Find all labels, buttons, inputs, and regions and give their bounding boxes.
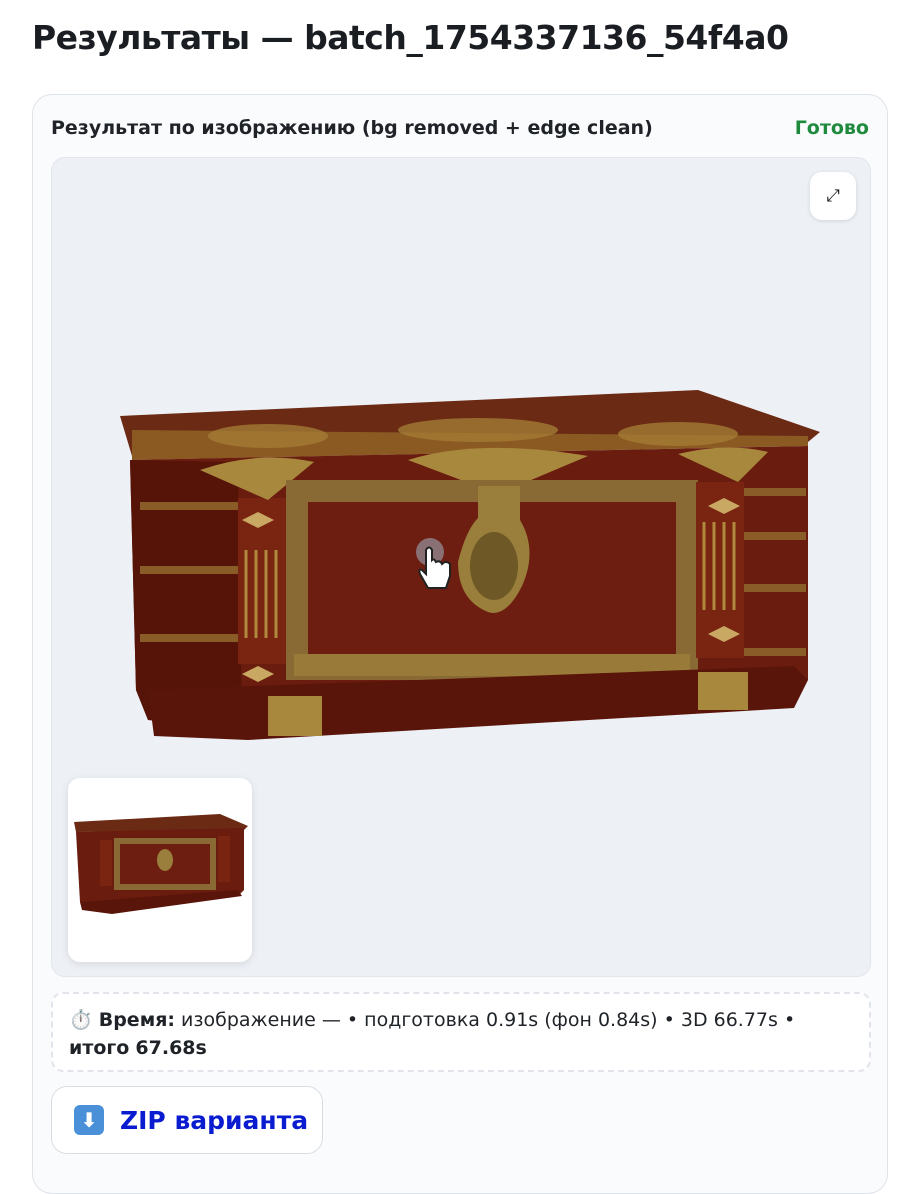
expand-icon: ⤢ xyxy=(826,186,840,206)
card-title: Результат по изображению (bg removed + e… xyxy=(51,117,653,139)
timing-label: Время: xyxy=(98,1009,176,1031)
zip-button-label: ZIP варианта xyxy=(120,1105,309,1135)
download-arrow-icon: ⬇ xyxy=(74,1105,104,1135)
source-thumbnail[interactable] xyxy=(68,778,252,962)
zip-download-button[interactable]: ⬇ ZIP варианта xyxy=(51,1086,323,1154)
result-card: Результат по изображению (bg removed + e… xyxy=(32,94,888,1194)
timing-total-value: 67.68s xyxy=(135,1037,207,1059)
page-title: Результаты — batch_1754337136_54f4a0 xyxy=(32,18,789,57)
stopwatch-icon: ⏱️ xyxy=(69,1009,93,1031)
status-badge: Готово xyxy=(794,117,869,139)
chest-model[interactable] xyxy=(118,390,822,778)
chest-thumbnail xyxy=(74,814,248,914)
cursor-hand-icon xyxy=(416,538,451,589)
model-viewer[interactable]: ⤢ xyxy=(51,157,871,977)
expand-button[interactable]: ⤢ xyxy=(810,172,856,220)
timing-details: изображение — • подготовка 0.91s (фон 0.… xyxy=(175,1009,796,1031)
card-header: Результат по изображению (bg removed + e… xyxy=(51,117,869,139)
timing-total-label: итого xyxy=(69,1037,130,1059)
timing-info: ⏱️ Время: изображение — • подготовка 0.9… xyxy=(51,992,871,1072)
